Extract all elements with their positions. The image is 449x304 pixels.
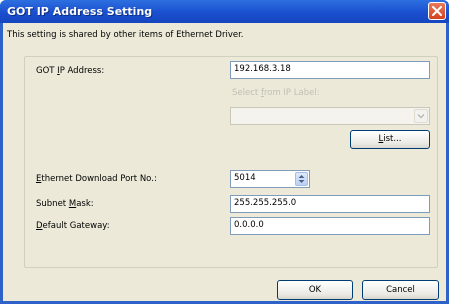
download-port-spinner[interactable]: 5014 [230,170,310,188]
default-gateway-label: Default Gateway: [36,221,110,231]
shared-setting-note: This setting is shared by other items of… [7,30,244,40]
ip-label-dropdown-button[interactable] [414,109,428,123]
settings-group: GOT IP Address: 192.168.3.18 Select from… [24,56,438,268]
default-gateway-input[interactable]: 0.0.0.0 [230,217,430,235]
close-icon [432,6,442,16]
subnet-mask-label: Subnet Mask: [36,199,94,209]
subnet-mask-input[interactable]: 255.255.255.0 [230,195,430,213]
close-button[interactable] [428,2,446,20]
got-ip-address-label: GOT IP Address: [36,66,105,76]
chevron-down-icon [417,114,425,119]
got-ip-address-input[interactable]: 192.168.3.18 [230,61,430,79]
ip-label-caption: Select from IP Label: [232,88,320,98]
spin-updown-icon [298,175,305,183]
dialog-window: GOT IP Address Setting This setting is s… [0,0,449,304]
ip-label-select[interactable] [230,107,430,125]
window-title: GOT IP Address Setting [7,5,153,18]
cancel-button[interactable]: Cancel [362,280,439,300]
download-port-label: Ethernet Download Port No.: [36,174,157,184]
download-port-value: 5014 [234,173,256,183]
dialog-body: This setting is shared by other items of… [3,23,446,301]
list-button[interactable]: List... [350,130,430,149]
spin-updown-button[interactable] [295,172,308,186]
ok-button[interactable]: OK [277,280,353,300]
title-bar[interactable]: GOT IP Address Setting [0,0,449,23]
